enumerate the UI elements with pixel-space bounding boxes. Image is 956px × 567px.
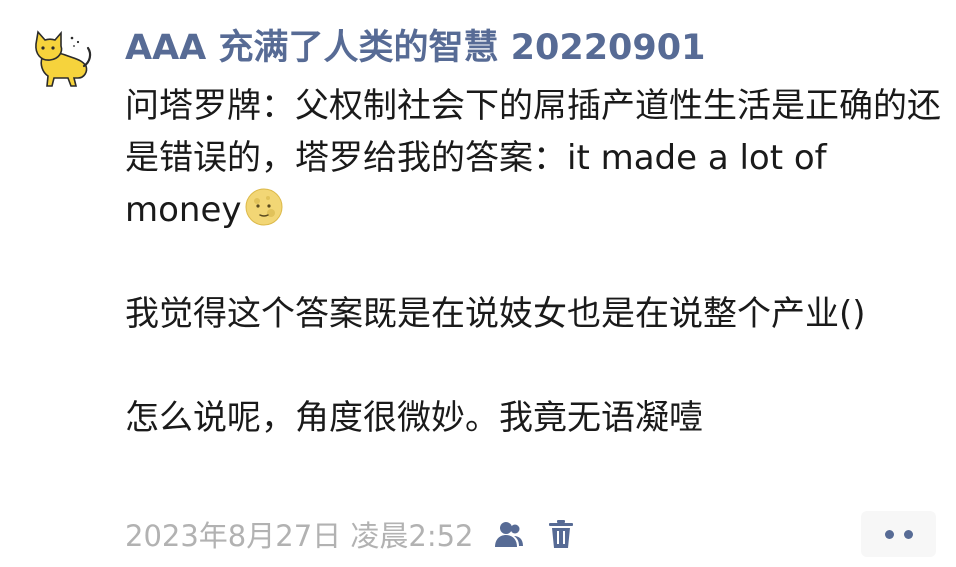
people-icon[interactable] — [492, 517, 526, 551]
cat-icon — [35, 30, 92, 87]
avatar[interactable] — [28, 30, 96, 88]
author-name[interactable]: AAA 充满了人类的智慧 20220901 — [125, 24, 705, 72]
timestamp: 2023年8月27日 凌晨2:52 — [125, 519, 474, 553]
dot — [903, 529, 913, 539]
post-paragraph: 问塔罗牌：父权制社会下的屌插产道性生活是正确的还是错误的，塔罗给我的答案：it … — [125, 80, 945, 236]
more-dots-icon[interactable] — [861, 511, 936, 557]
post-footer: 2023年8月27日 凌晨2:52 — [125, 512, 578, 556]
post-content: 问塔罗牌：父权制社会下的屌插产道性生活是正确的还是错误的，塔罗给我的答案：it … — [125, 80, 945, 444]
dot — [884, 529, 894, 539]
trash-icon[interactable] — [544, 517, 578, 551]
post-paragraph: 我觉得这个答案既是在说妓女也是在说整个产业() — [125, 294, 866, 334]
post-paragraph: 怎么说呢，角度很微妙。我竟无语凝噎 — [125, 398, 703, 438]
moon-face-emoji — [244, 187, 284, 227]
